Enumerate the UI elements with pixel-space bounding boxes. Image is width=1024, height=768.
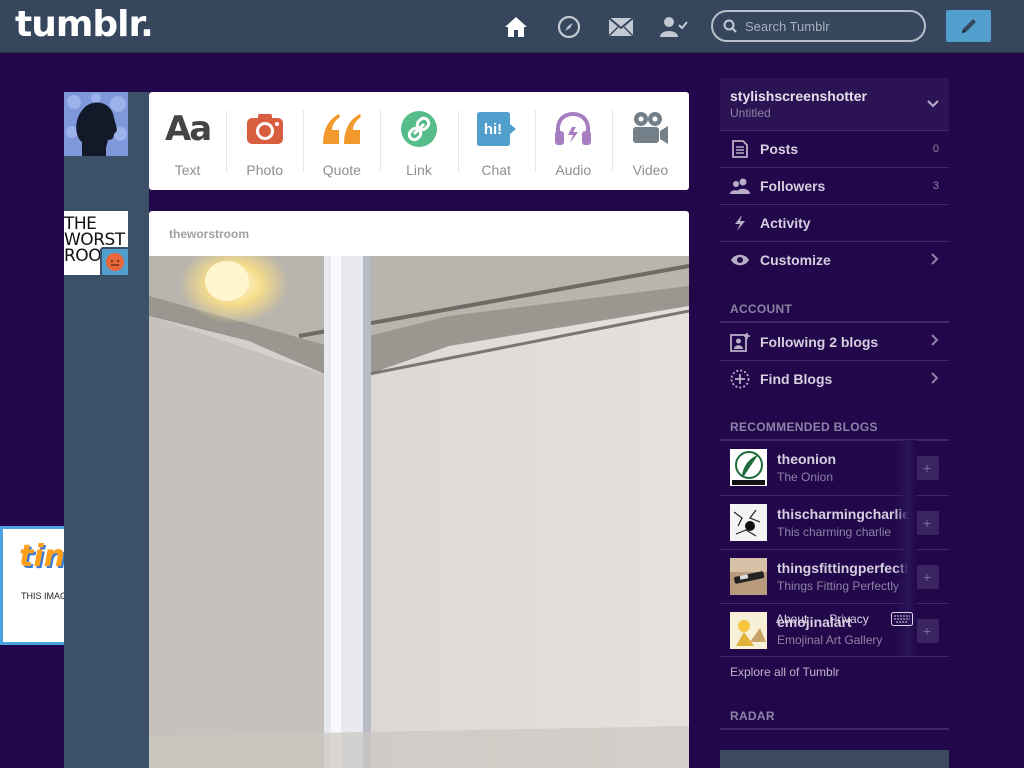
emoji-face-icon [106, 253, 124, 271]
post-type-quote[interactable]: Quote [303, 92, 380, 190]
post-type-selector: Aa Text Photo Quote Link hi! Chat Audio [149, 92, 689, 190]
pencil-icon [961, 19, 976, 33]
post-type-photo[interactable]: Photo [226, 92, 303, 190]
sidebar-item-customize[interactable]: Customize [720, 241, 949, 278]
sidebar-item-followers[interactable]: Followers 3 [720, 167, 949, 204]
divider [720, 656, 949, 657]
post-type-video[interactable]: Video [611, 92, 689, 190]
sidebar-item-find-blogs[interactable]: Find Blogs [720, 360, 949, 397]
post-type-link[interactable]: Link [380, 92, 457, 190]
ad-logo: tiny [19, 539, 64, 574]
radar-section-title: RADAR [730, 709, 775, 723]
privacy-link[interactable]: Privacy [829, 612, 868, 626]
account-icon[interactable] [660, 13, 688, 41]
follow-button[interactable]: + [915, 456, 939, 480]
user-avatar[interactable] [64, 92, 128, 156]
post-type-label: Link [406, 162, 432, 178]
advertisement[interactable]: tiny THIS IMAGE HAS MOVED O [0, 526, 64, 645]
post-type-label: Text [174, 162, 201, 178]
blog-title: Emojinal Art Gallery [777, 633, 883, 647]
keyboard-icon[interactable] [890, 612, 913, 626]
dashboard-left-rail [64, 92, 149, 768]
tumblr-logo[interactable]: tumblr. [15, 4, 154, 45]
blog-title: Untitled [730, 106, 771, 120]
follow-button[interactable]: + [915, 511, 939, 535]
chevron-right-icon [931, 252, 949, 268]
blog-name: stylishscreenshotter [730, 88, 867, 104]
mail-icon[interactable] [607, 13, 635, 41]
sidebar-item-posts[interactable]: Posts 0 [720, 130, 949, 167]
blog-avatar [730, 612, 767, 649]
chevron-down-icon [927, 100, 939, 108]
post-type-audio[interactable]: Audio [534, 92, 612, 190]
radar-image[interactable] [720, 750, 949, 768]
blog-switcher[interactable]: stylishscreenshotter Untitled [720, 78, 949, 130]
blog-title: Things Fitting Perfectly [777, 579, 900, 593]
post-type-label: Photo [246, 162, 283, 178]
compass-icon[interactable] [555, 13, 583, 41]
account-section-title: ACCOUNT [730, 302, 793, 316]
top-navigation-bar: tumblr. [0, 0, 1024, 53]
divider [720, 728, 949, 730]
post-type-label: Chat [481, 162, 511, 178]
blog-title: This charming charlie [777, 525, 892, 539]
svg-text:hi!: hi! [484, 121, 502, 138]
blog-title: The Onion [777, 470, 834, 484]
sidebar-item-following[interactable]: Following 2 blogs [720, 323, 949, 360]
post-type-label: Audio [555, 162, 592, 178]
explore-link[interactable]: Explore all of Tumblr [730, 665, 839, 679]
sidebar-item-label: Find Blogs [760, 371, 833, 387]
sidebar-item-label: Customize [760, 252, 831, 268]
about-link[interactable]: About [776, 612, 807, 626]
post-card: theworstroom [149, 211, 689, 768]
chevron-right-icon [931, 334, 949, 349]
headphones-icon [553, 110, 593, 148]
video-camera-icon [631, 110, 669, 148]
sidebar-item-activity[interactable]: Activity [720, 204, 949, 241]
document-icon [720, 140, 760, 158]
add-person-icon [720, 332, 760, 352]
sidebar-item-label: Following 2 blogs [760, 333, 879, 350]
compose-post-button[interactable] [946, 10, 991, 42]
search-input[interactable] [745, 18, 905, 34]
quote-icon [321, 110, 363, 148]
sidebar-item-label: Posts [760, 141, 799, 157]
link-icon [400, 110, 438, 148]
ad-text: THIS IMAGE HAS MOVED O [21, 591, 64, 601]
post-author-name[interactable]: theworstroom [169, 227, 249, 241]
post-type-chat[interactable]: hi! Chat [457, 92, 535, 190]
post-type-text[interactable]: Aa Text [149, 92, 226, 190]
compass-dotted-icon [720, 369, 760, 389]
eye-icon [720, 254, 760, 266]
blog-avatar [730, 449, 767, 486]
home-icon[interactable] [502, 13, 530, 41]
blog-avatar [730, 504, 767, 541]
follow-button[interactable]: + [915, 565, 939, 589]
chevron-right-icon [931, 371, 949, 387]
sidebar-item-count: 3 [932, 180, 939, 192]
recommended-section-title: RECOMMENDED BLOGS [730, 420, 878, 434]
post-photo[interactable] [149, 256, 689, 768]
search-icon [723, 19, 737, 33]
camera-icon [246, 110, 284, 148]
lightning-icon [720, 214, 760, 232]
follow-button[interactable]: + [915, 619, 939, 643]
search-box[interactable] [711, 10, 926, 42]
sidebar-item-count: 0 [932, 143, 939, 155]
chat-icon: hi! [475, 110, 517, 148]
post-type-label: Quote [322, 162, 361, 178]
footer-links: About Privacy [776, 612, 913, 626]
text-icon: Aa [164, 109, 212, 149]
sidebar-item-label: Activity [760, 215, 811, 231]
reblog-badge [100, 247, 130, 277]
people-icon [720, 178, 760, 194]
post-type-label: Video [632, 162, 669, 178]
sidebar-item-label: Followers [760, 178, 826, 194]
blog-avatar [730, 558, 767, 595]
